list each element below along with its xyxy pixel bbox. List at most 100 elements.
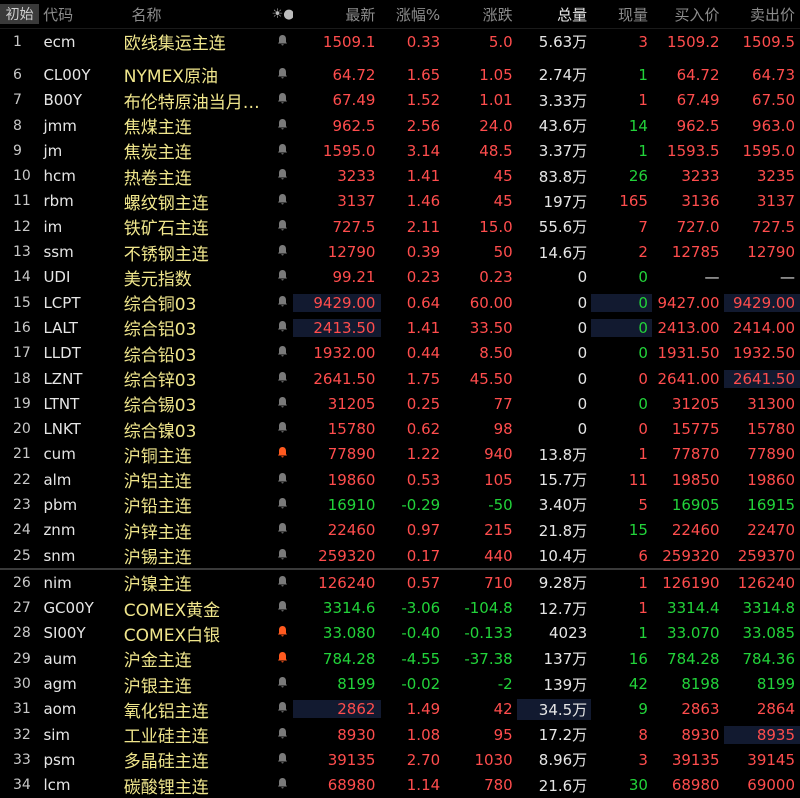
bell-icon[interactable]: [272, 244, 294, 260]
table-row[interactable]: 20 LNKT 综合镍03 15780 0.62 98 0 0 15775 15780: [0, 416, 800, 442]
header-current-volume[interactable]: 现量: [591, 4, 652, 25]
row-index: 1: [13, 33, 22, 50]
bell-icon[interactable]: [272, 727, 294, 743]
bell-icon[interactable]: [272, 193, 294, 209]
table-row[interactable]: 34 lcm 碳酸锂主连 68980 1.14 780 21.6万 30 68980 69000: [0, 773, 800, 798]
bid-price: 126190: [662, 573, 720, 592]
table-row[interactable]: 26 nim 沪镍主连 126240 0.57 710 9.28万 1 126190 126240: [0, 568, 800, 595]
instrument-name: 氧化铝主连: [123, 701, 209, 722]
table-row[interactable]: 8 jmm 焦煤主连 962.5 2.56 24.0 43.6万 14 962.5 963.0: [0, 113, 800, 139]
table-row[interactable]: 31 aom 氧化铝主连 2862 1.49 42 34.5万 9 2863 2864: [0, 697, 800, 722]
bell-icon[interactable]: [272, 345, 294, 361]
header-chg[interactable]: 涨跌: [444, 4, 517, 25]
header-code[interactable]: 代码: [39, 4, 119, 25]
bell-icon[interactable]: [272, 67, 294, 83]
bid-price: 39135: [671, 750, 720, 769]
table-row[interactable]: 16 LALT 综合铝03 2413.50 1.41 33.50 0 0 2413.00 2414…: [0, 315, 800, 340]
table-row[interactable]: 9 jm 焦炭主连 1595.0 3.14 48.5 3.37万 1 1593.5 1595.0: [0, 138, 800, 164]
instrument-name: 综合锌03: [123, 371, 197, 391]
table-row[interactable]: 19 LTNT 综合锡03 31205 0.25 77 0 0 31205 31300: [0, 391, 800, 417]
current-volume: 8: [638, 725, 648, 744]
header-last[interactable]: 最新: [293, 4, 381, 25]
bid-price: 3314.4: [667, 599, 720, 618]
header-ask[interactable]: 卖出价: [724, 4, 800, 25]
table-row[interactable]: 32 sim 工业硅主连 8930 1.08 95 17.2万 8 8930 8935: [0, 722, 800, 747]
table-row[interactable]: 23 pbm 沪铅主连 16910 -0.29 -50 3.40万 5 16905 16915: [0, 492, 800, 518]
table-row[interactable]: 15 LCPT 综合铜03 9429.00 0.64 60.00 0 0 9427.00 9429…: [0, 290, 800, 315]
table-row[interactable]: 30 agm 沪银主连 8199 -0.02 -2 139万 42 8198 8199: [0, 671, 800, 697]
bell-icon[interactable]: [272, 752, 294, 768]
symbol-code: sim: [43, 725, 71, 744]
bell-icon[interactable]: [272, 92, 294, 108]
header-volume[interactable]: 总量: [517, 4, 592, 25]
bell-icon[interactable]: [272, 118, 294, 134]
total-volume: 9.28万: [538, 574, 588, 593]
table-row[interactable]: 21 cum 沪铜主连 77890 1.22 940 13.8万 1 77870 77890: [0, 442, 800, 467]
change-percent: 1.52: [406, 91, 441, 110]
row-index: 19: [13, 395, 31, 412]
bell-icon[interactable]: [272, 497, 294, 513]
last-price: 77890: [327, 445, 376, 464]
bell-icon[interactable]: [272, 269, 294, 285]
table-row[interactable]: 24 znm 沪锌主连 22460 0.97 215 21.8万 15 22460 22470: [0, 518, 800, 543]
symbol-code: GC00Y: [43, 599, 94, 618]
bell-icon[interactable]: [272, 676, 294, 692]
table-row[interactable]: 11 rbm 螺纹钢主连 3137 1.46 45 197万 165 3136 3137: [0, 189, 800, 214]
instrument-name: 美元指数: [123, 269, 192, 290]
bell-icon[interactable]: [272, 446, 294, 462]
bell-icon[interactable]: [272, 320, 294, 336]
table-row[interactable]: 12 im 铁矿石主连 727.5 2.11 15.0 55.6万 7 727.0 727.5: [0, 214, 800, 240]
table-row[interactable]: 7 B00Y 布伦特原油当月… 67.49 1.52 1.01 3.33万 1 67.49 67.…: [0, 88, 800, 113]
bell-icon[interactable]: [272, 522, 294, 538]
ask-price: 126240: [737, 573, 795, 592]
table-row[interactable]: 17 LLDT 综合铅03 1932.00 0.44 8.50 0 0 1931.50 1932.…: [0, 341, 800, 366]
bell-icon[interactable]: [272, 371, 294, 387]
bell-icon[interactable]: [272, 143, 294, 159]
bell-icon[interactable]: [272, 396, 294, 412]
bell-icon[interactable]: [272, 168, 294, 184]
bid-price: 9427.00: [657, 293, 720, 312]
header-pct[interactable]: 涨幅%: [381, 4, 444, 25]
display-settings-icon[interactable]: ☀●: [272, 7, 294, 22]
table-row[interactable]: 10 hcm 热卷主连 3233 1.41 45 83.8万 26 3233 3235: [0, 163, 800, 189]
symbol-code: jm: [43, 141, 63, 160]
total-volume: 0: [577, 318, 588, 337]
bell-icon[interactable]: [272, 472, 294, 488]
bid-price: 2413.00: [657, 318, 720, 337]
header-name[interactable]: 名称: [120, 4, 272, 25]
table-row[interactable]: 6 CL00Y NYMEX原油 64.72 1.65 1.05 2.74万 1 64.72 64.…: [0, 62, 800, 88]
header-index[interactable]: 初始: [0, 4, 40, 24]
table-row[interactable]: 14 UDI 美元指数 99.21 0.23 0.23 0 0 — —: [0, 265, 800, 290]
symbol-code: aum: [43, 649, 77, 668]
last-price: 784.28: [322, 649, 376, 668]
bell-icon[interactable]: [272, 34, 294, 50]
bell-icon[interactable]: [272, 625, 294, 641]
bell-icon[interactable]: [272, 219, 294, 235]
table-row[interactable]: 27 GC00Y COMEX黄金 3314.6 -3.06 -104.8 12.7万 1 331…: [0, 596, 800, 621]
header-bid[interactable]: 买入价: [652, 4, 724, 25]
bell-icon[interactable]: [272, 575, 294, 591]
bell-icon[interactable]: [272, 295, 294, 311]
bell-icon[interactable]: [272, 651, 294, 667]
bid-price: —: [704, 268, 720, 287]
change-amount: 0.23: [479, 268, 513, 287]
table-row[interactable]: 1 ecm 欧线集运主连 1509.1 0.33 5.0 5.63万 3 1509.2 1509.…: [0, 29, 800, 55]
bell-icon[interactable]: [272, 600, 294, 616]
bell-icon[interactable]: [272, 701, 294, 717]
table-row[interactable]: 22 alm 沪铝主连 19860 0.53 105 15.7万 11 19850 19860: [0, 467, 800, 493]
last-price: 99.21: [332, 268, 376, 287]
bell-icon[interactable]: [272, 421, 294, 437]
row-index: 17: [13, 345, 31, 362]
table-row[interactable]: 29 aum 沪金主连 784.28 -4.55 -37.38 137万 16 784.28 78…: [0, 646, 800, 672]
last-price: 67.49: [332, 91, 376, 110]
table-row[interactable]: 28 SI00Y COMEX白银 33.080 -0.40 -0.133 4023 1 33.0…: [0, 621, 800, 646]
last-price: 16910: [327, 495, 376, 514]
instrument-name: 沪锡主连: [123, 548, 192, 569]
table-row[interactable]: 33 psm 多晶硅主连 39135 2.70 1030 8.96万 3 39135 39145: [0, 747, 800, 773]
bell-icon[interactable]: [272, 777, 294, 793]
table-row[interactable]: 13 ssm 不锈钢主连 12790 0.39 50 14.6万 2 12785 12790: [0, 239, 800, 265]
table-row[interactable]: 18 LZNT 综合锌03 2641.50 1.75 45.50 0 0 2641.00 2641…: [0, 366, 800, 391]
bell-icon[interactable]: [272, 548, 294, 564]
symbol-code: UDI: [43, 268, 71, 287]
table-row[interactable]: 25 snm 沪锡主连 259320 0.17 440 10.4万 6 259320 259370: [0, 543, 800, 569]
